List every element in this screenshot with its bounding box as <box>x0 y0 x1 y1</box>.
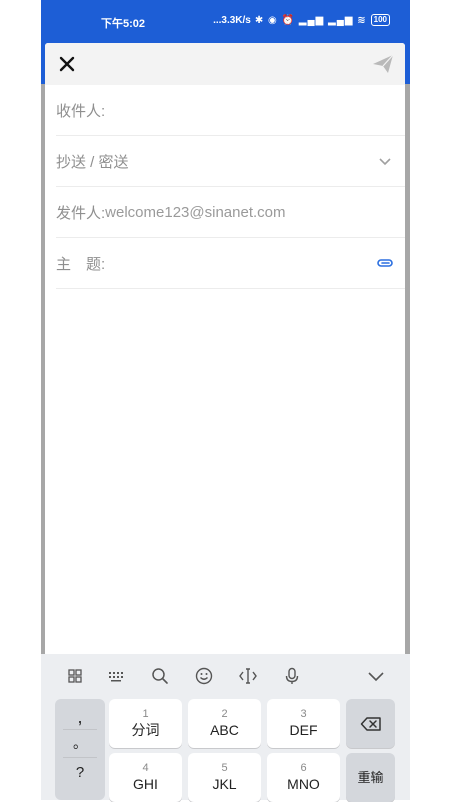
grid-menu-button[interactable] <box>64 665 86 687</box>
keyboard-icon <box>109 672 123 682</box>
key-label: ABC <box>210 722 239 738</box>
backspace-icon <box>360 716 381 731</box>
to-field[interactable]: 收件人: <box>56 85 405 136</box>
to-label: 收件人: <box>56 102 106 120</box>
compose-header <box>45 43 405 85</box>
key-1[interactable]: 1 分词 <box>109 699 182 748</box>
microphone-icon <box>285 667 299 684</box>
key-label: JKL <box>212 776 237 792</box>
key-label: MNO <box>287 776 320 792</box>
punct-key-period[interactable]: 。 <box>55 733 105 753</box>
grid-menu-icon <box>68 669 82 683</box>
cc-bcc-field[interactable]: 抄送 / 密送 <box>56 136 405 187</box>
key-6[interactable]: 6 MNO <box>267 753 340 802</box>
battery-icon: 100 <box>370 14 390 26</box>
punct-key-comma[interactable]: , <box>55 707 105 728</box>
subject-input[interactable] <box>109 254 405 272</box>
key-2[interactable]: 2 ABC <box>188 699 261 748</box>
subject-field[interactable]: 主 题: <box>56 238 405 289</box>
punct-divider <box>63 757 97 758</box>
hide-keyboard-button[interactable] <box>365 665 387 687</box>
key-3[interactable]: 3 DEF <box>267 699 340 748</box>
from-label: 发件人: <box>56 204 106 222</box>
network-speed: ...3.3K/s <box>213 14 251 26</box>
status-time: 下午5:02 <box>101 18 146 30</box>
key-5[interactable]: 5 JKL <box>188 753 261 802</box>
key-label: 分词 <box>131 722 160 738</box>
key-number: 6 <box>300 762 307 774</box>
subject-label: 主 题: <box>56 255 106 273</box>
key-4[interactable]: 4 GHI <box>109 753 182 802</box>
punctuation-column: , 。 ? <box>55 699 105 800</box>
key-number: 1 <box>142 708 149 720</box>
key-number: 2 <box>221 708 228 720</box>
reenter-label: 重输 <box>357 769 384 785</box>
keyboard: , 。 ? 1 分词 2 ABC 3 DEF 4 GHI 5 JKL 6 MNO… <box>41 654 410 802</box>
send-paper-plane-icon <box>373 54 394 73</box>
search-button[interactable] <box>149 665 171 687</box>
key-number: 4 <box>142 762 149 774</box>
paperclip-icon[interactable] <box>377 255 393 271</box>
key-label: DEF <box>289 722 318 738</box>
emoji-icon <box>195 667 213 685</box>
cursor-icon <box>239 668 257 684</box>
send-button[interactable] <box>371 53 395 75</box>
punct-key-question[interactable]: ? <box>55 764 105 781</box>
voice-input-button[interactable] <box>281 665 303 687</box>
keyboard-toolbar <box>41 654 410 698</box>
chevron-down-icon <box>368 672 384 682</box>
key-label: GHI <box>133 776 158 792</box>
keyboard-switch-button[interactable] <box>105 665 127 687</box>
cursor-button[interactable] <box>237 665 259 687</box>
emoji-button[interactable] <box>193 665 215 687</box>
close-button[interactable] <box>55 52 79 76</box>
from-field[interactable]: 发件人: welcome123@sinanet.com <box>56 187 405 238</box>
key-number: 3 <box>300 708 307 720</box>
delete-key[interactable] <box>346 699 395 748</box>
status-indicators: ...3.3K/s ✱ ◉ ⏰ ▂▄▆ ▂▄▆ ≋ 100 <box>213 14 390 26</box>
signal-icons: ✱ ◉ ⏰ ▂▄▆ ▂▄▆ ≋ <box>254 14 367 26</box>
to-input[interactable] <box>109 101 405 119</box>
message-body[interactable] <box>45 289 405 654</box>
reenter-key[interactable]: 重输 <box>346 753 395 802</box>
punct-divider <box>63 729 97 730</box>
search-icon <box>152 668 168 684</box>
key-number: 5 <box>221 762 228 774</box>
from-value: welcome123@sinanet.com <box>105 203 286 221</box>
cc-bcc-label: 抄送 / 密送 <box>56 153 129 171</box>
close-icon <box>59 56 75 72</box>
status-bar: 下午5:02 ...3.3K/s ✱ ◉ ⏰ ▂▄▆ ▂▄▆ ≋ 100 <box>41 0 410 40</box>
chevron-down-icon[interactable] <box>377 153 393 169</box>
